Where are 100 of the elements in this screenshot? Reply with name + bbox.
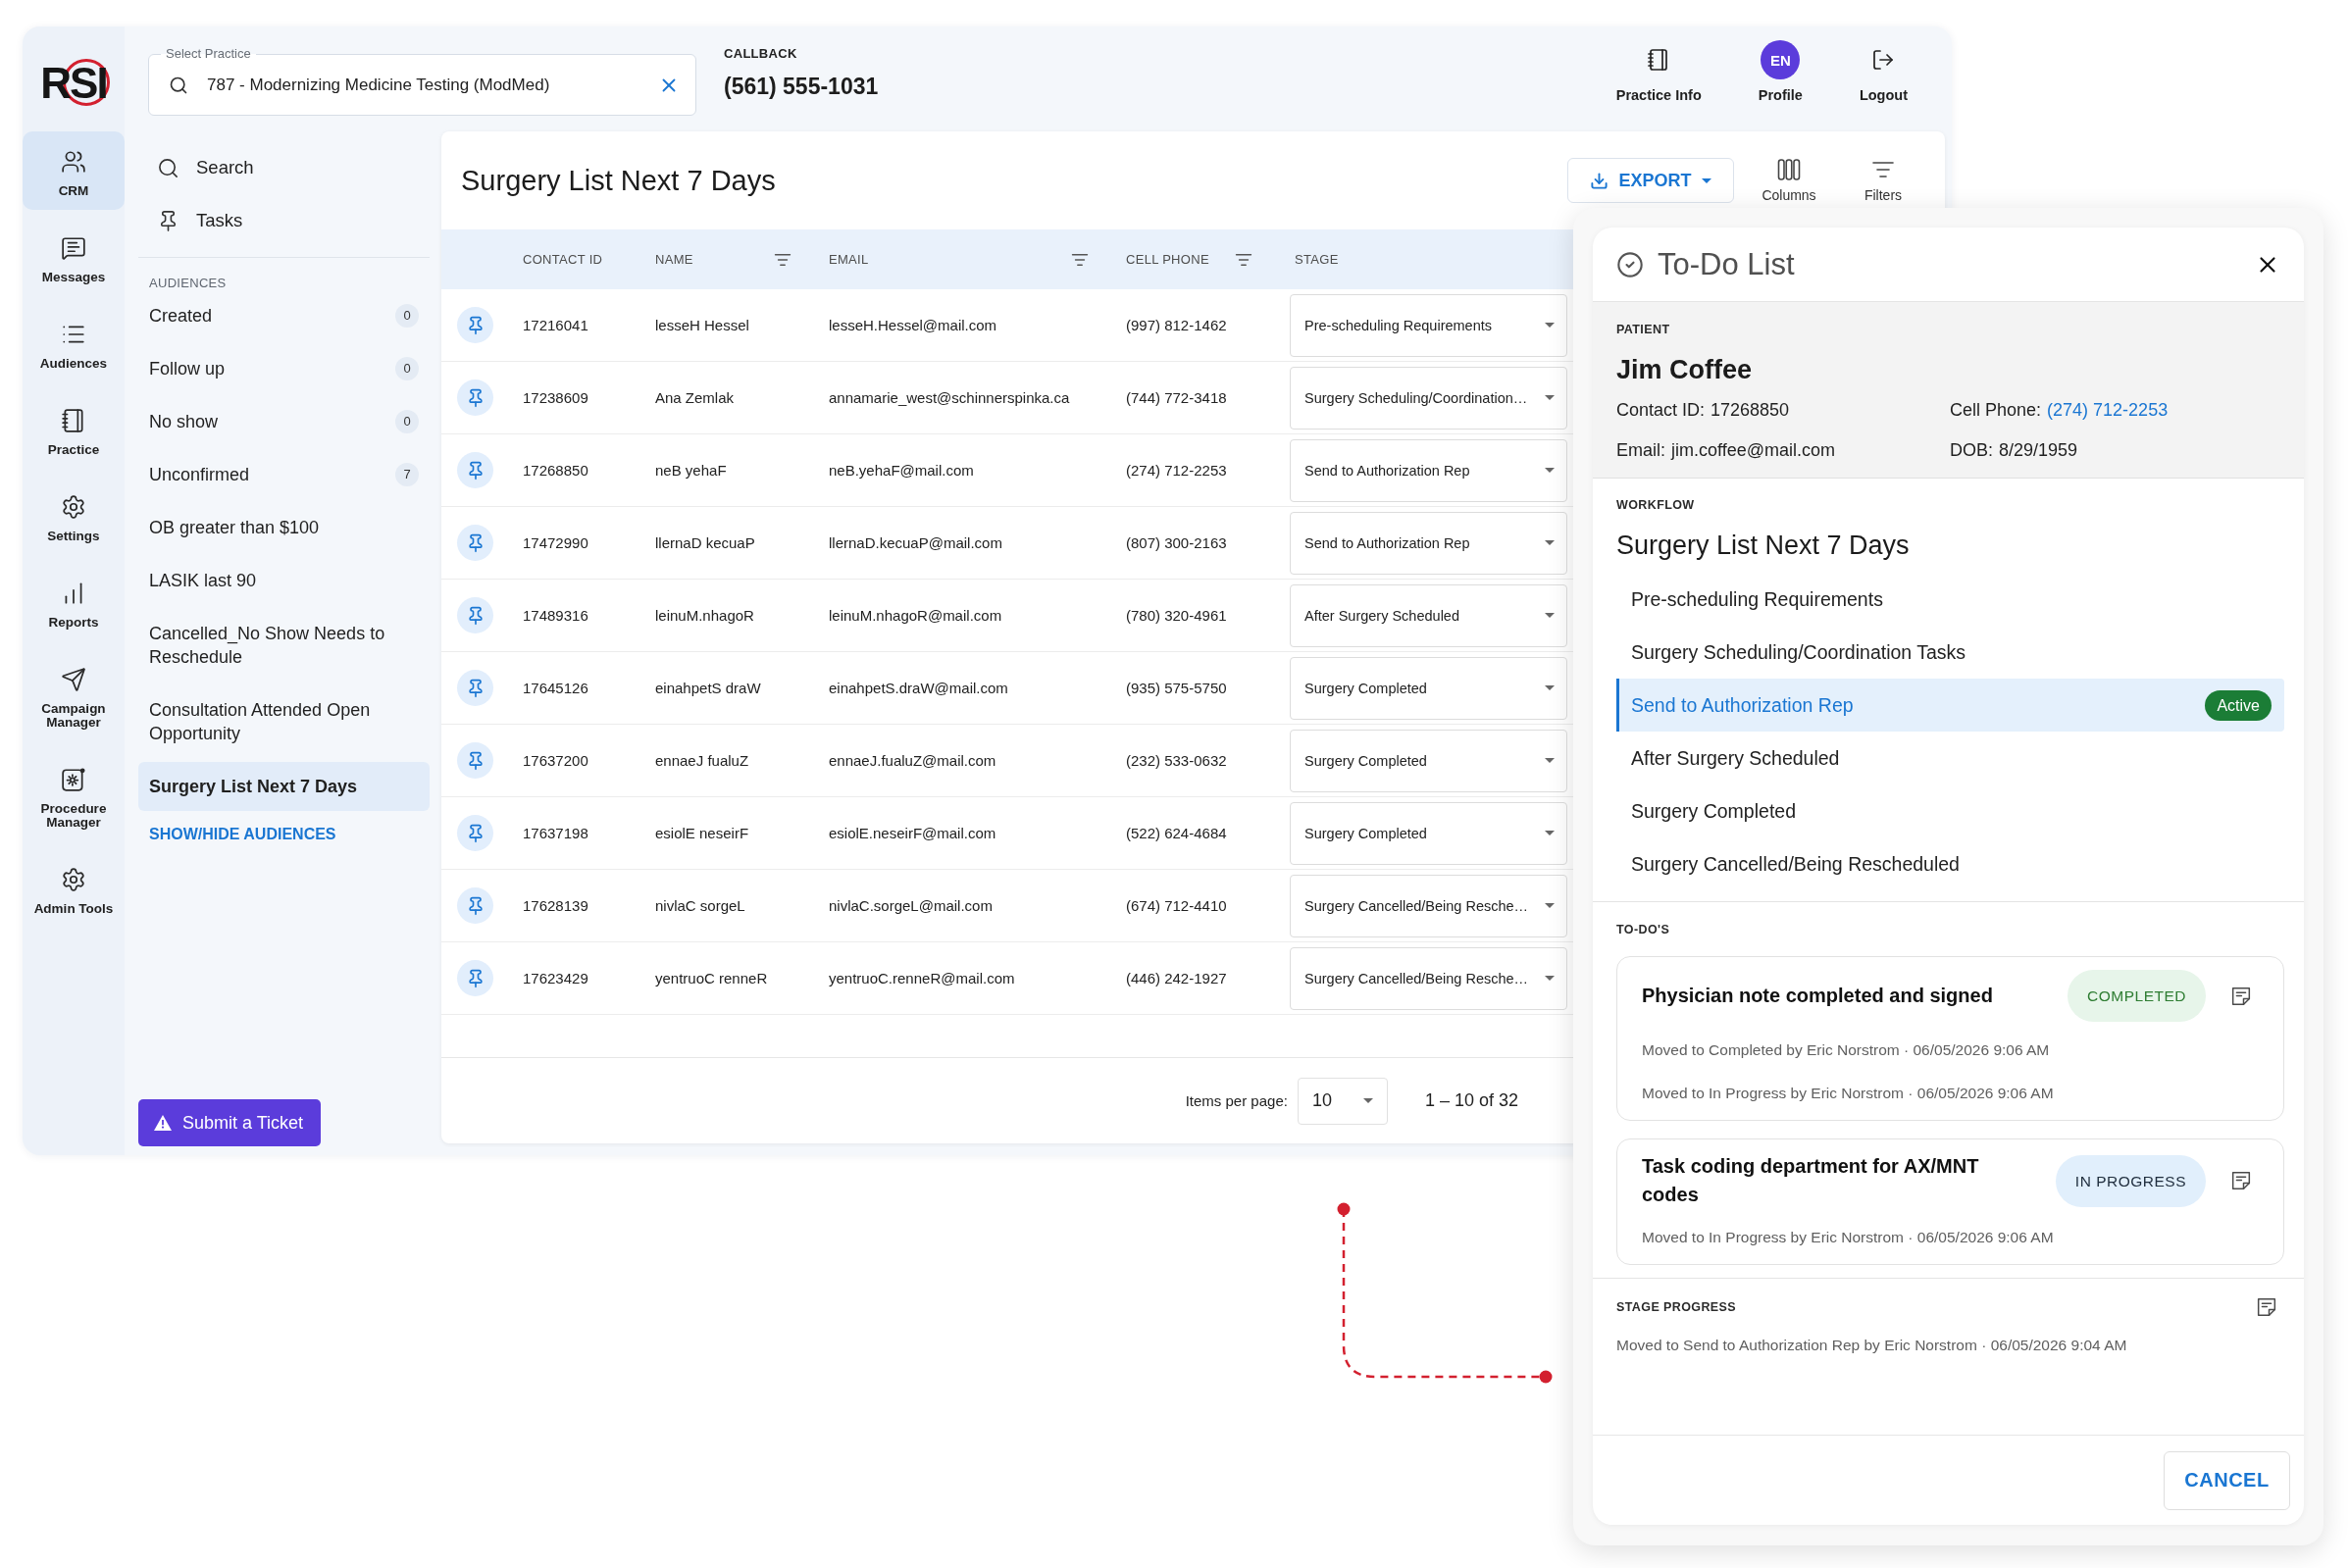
audience-item[interactable]: Follow up 0	[138, 344, 430, 393]
table-cell: 17268850	[523, 462, 588, 479]
callback-label: CALLBACK	[724, 46, 798, 62]
section-label: PATIENT	[1616, 322, 1671, 337]
stage-select[interactable]: Surgery Completed	[1290, 729, 1567, 792]
stage-select[interactable]: After Surgery Scheduled	[1290, 583, 1567, 647]
nav-item[interactable]: Procedure Manager	[23, 749, 125, 841]
toolbar-button[interactable]: Columns	[1755, 158, 1823, 203]
table-cell: einahpetS.draW@mail.com	[829, 680, 1008, 696]
header-action-button[interactable]: EN Profile	[1758, 40, 1803, 104]
message-icon	[61, 235, 86, 261]
phone-link[interactable]: (274) 712-2253	[2047, 398, 2169, 422]
square-gear-icon	[61, 767, 86, 792]
stage-select[interactable]: Send to Authorization Rep	[1290, 511, 1567, 575]
workflow-step[interactable]: Surgery Completed	[1616, 784, 2284, 837]
caret-icon	[1545, 831, 1555, 835]
table-cell: 17472990	[523, 534, 588, 551]
note-icon[interactable]	[2257, 1297, 2276, 1317]
stage-select[interactable]: Surgery Completed	[1290, 656, 1567, 720]
table-cell: 17238609	[523, 389, 588, 406]
pin-button[interactable]	[457, 887, 493, 924]
pin-button[interactable]	[457, 525, 493, 561]
submit-ticket-button[interactable]: Submit a Ticket	[138, 1099, 321, 1146]
caret-icon	[1545, 685, 1555, 690]
cancel-button[interactable]: CANCEL	[2164, 1450, 2290, 1510]
people-icon	[61, 149, 86, 175]
audience-item[interactable]: Unconfirmed 7	[138, 450, 430, 499]
workflow-step[interactable]: Surgery Scheduling/Coordination Tasks	[1616, 626, 2284, 679]
table-cell: einahpetS draW	[655, 680, 761, 696]
workflow-step[interactable]: Surgery Cancelled/Being Rescheduled	[1616, 837, 2284, 890]
caret-icon	[1545, 540, 1555, 545]
patient-name: Jim Coffee	[1616, 354, 1754, 386]
count-badge: 7	[395, 463, 419, 486]
table-cell: Ana Zemlak	[655, 389, 735, 406]
stage-select[interactable]: Surgery Scheduling/Coordination…	[1290, 366, 1567, 430]
stage-select[interactable]: Surgery Cancelled/Being Resche…	[1290, 946, 1567, 1010]
nav-item[interactable]: Settings	[23, 477, 125, 555]
workflow-step[interactable]: Pre-scheduling Requirements	[1616, 573, 2284, 626]
pin-button[interactable]	[457, 742, 493, 779]
column-header: CELL PHONE	[1126, 252, 1209, 267]
audience-item[interactable]: Surgery List Next 7 Days	[138, 762, 430, 811]
header-action-button[interactable]: Practice Info	[1615, 40, 1702, 104]
pin-button[interactable]	[457, 452, 493, 488]
stage-select[interactable]: Surgery Completed	[1290, 801, 1567, 865]
pin-button[interactable]	[457, 815, 493, 851]
table-cell: ennaeJ fualuZ	[655, 752, 749, 769]
sidebar-link[interactable]: Search	[138, 141, 273, 194]
audience-item[interactable]: No show 0	[138, 397, 430, 446]
nav-item[interactable]: Campaign Manager	[23, 649, 125, 741]
caret-icon	[1545, 976, 1555, 981]
pin-button[interactable]	[457, 597, 493, 633]
stage-select[interactable]: Surgery Cancelled/Being Resche…	[1290, 874, 1567, 937]
table-cell: yentruoC renneR	[655, 970, 768, 986]
sidebar-link[interactable]: Tasks	[138, 194, 262, 247]
logout-icon	[1871, 48, 1896, 72]
nav-item[interactable]: CRM	[23, 131, 125, 210]
audience-item[interactable]: OB greater than $100	[138, 503, 430, 552]
note-icon[interactable]	[2231, 1171, 2251, 1190]
nav-item[interactable]: Audiences	[23, 304, 125, 382]
table-cell: nivlaC.sorgeL@mail.com	[829, 897, 993, 914]
audience-item[interactable]: Cancelled_No Show Needs to Reschedule	[138, 609, 430, 682]
header-action-button[interactable]: Logout	[1859, 40, 1908, 104]
caret-icon	[1362, 1098, 1373, 1103]
pin-button[interactable]	[457, 960, 493, 996]
audience-item[interactable]: LASIK last 90	[138, 556, 430, 605]
table-cell: (997) 812-1462	[1126, 317, 1227, 333]
practice-value: 787 - Modernizing Medicine Testing (ModMed)	[207, 75, 551, 95]
todo-title: Task coding department for AX/MNT codes	[1642, 1154, 1980, 1207]
panel-title: To-Do List	[1658, 246, 1795, 282]
audience-item[interactable]: Created 0	[138, 291, 430, 340]
workflow-step[interactable]: Send to Authorization Rep Active	[1616, 679, 2284, 732]
pin-button[interactable]	[457, 379, 493, 416]
table-cell: (744) 772-3418	[1126, 389, 1227, 406]
nav-item[interactable]: Messages	[23, 218, 125, 296]
note-icon[interactable]	[2231, 986, 2251, 1006]
table-cell: llernaD kecuaP	[655, 534, 755, 551]
table-cell: lesseH.Hessel@mail.com	[829, 317, 997, 333]
toolbar-button[interactable]: Filters	[1849, 158, 1917, 203]
nav-item[interactable]: Practice	[23, 390, 125, 469]
table-cell: nivlaC sorgeL	[655, 897, 745, 914]
table-cell: 17637198	[523, 825, 588, 841]
workflow-step[interactable]: After Surgery Scheduled	[1616, 732, 2284, 784]
nav-item[interactable]: Reports	[23, 563, 125, 641]
export-button[interactable]: EXPORT	[1567, 158, 1734, 203]
status-chip: IN PROGRESS	[2055, 1154, 2206, 1207]
show-hide-link[interactable]: SHOW/HIDE AUDIENCES	[138, 823, 336, 846]
stage-select[interactable]: Pre-scheduling Requirements	[1290, 293, 1567, 357]
page-size-select[interactable]: 10	[1297, 1077, 1388, 1125]
nav-item[interactable]: Admin Tools	[23, 849, 125, 928]
audience-item[interactable]: Consultation Attended Open Opportunity	[138, 685, 430, 758]
table-cell: (522) 624-4684	[1126, 825, 1227, 841]
caret-icon	[1701, 177, 1711, 183]
stage-select[interactable]: Send to Authorization Rep	[1290, 438, 1567, 502]
table-cell: 17623429	[523, 970, 588, 986]
pin-button[interactable]	[457, 670, 493, 706]
table-cell: (935) 575-5750	[1126, 680, 1227, 696]
workflow-title: Surgery List Next 7 Days	[1616, 530, 1911, 562]
table-cell: (674) 712-4410	[1126, 897, 1227, 914]
table-cell: leinuM.nhagoR@mail.com	[829, 607, 1002, 624]
pin-button[interactable]	[457, 307, 493, 343]
